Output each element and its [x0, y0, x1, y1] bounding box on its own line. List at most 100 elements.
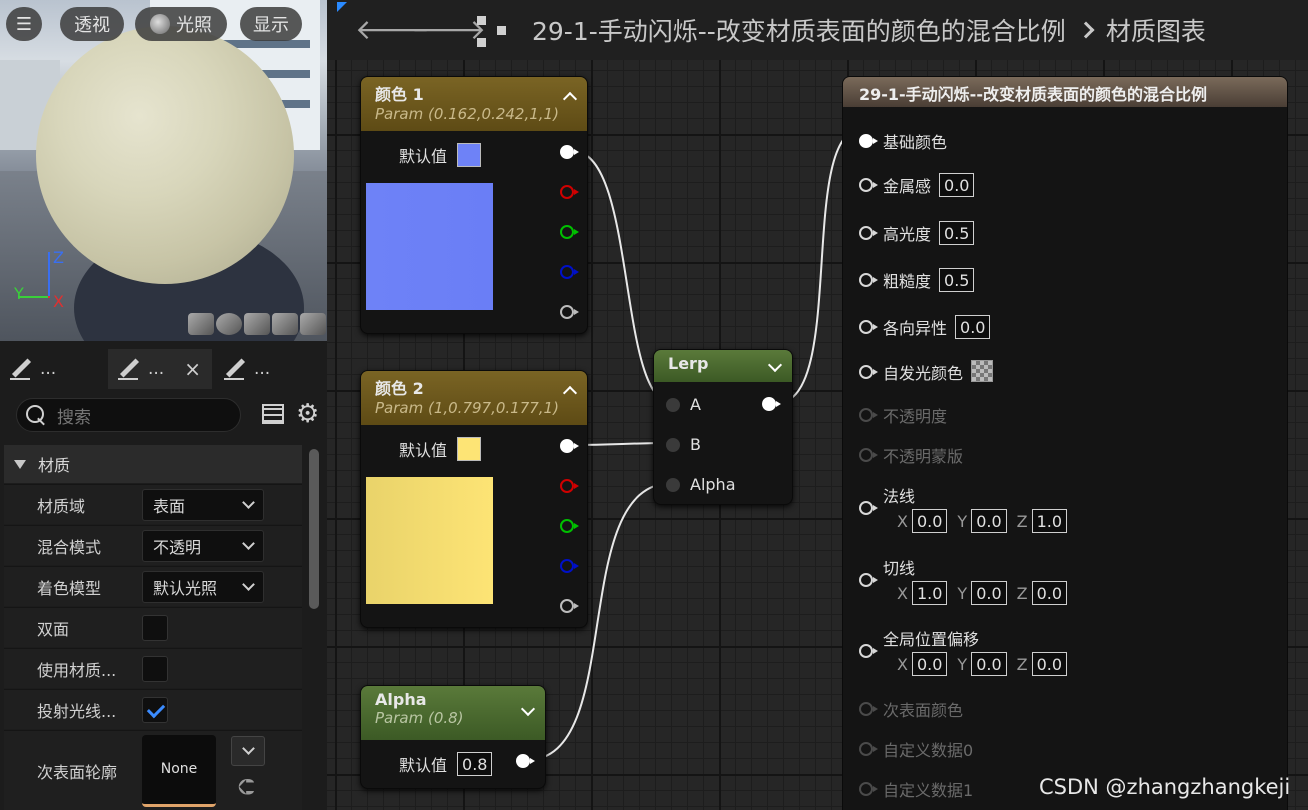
show-label: 显示: [253, 15, 289, 36]
pencil-icon: [224, 358, 246, 380]
node-title: Lerp: [668, 354, 709, 373]
material-graph-canvas[interactable]: 🡐 🡒 29-1-手动闪烁--改变材质表面的颜色的混合比例 材质图表 颜色 1 …: [327, 0, 1308, 810]
close-icon[interactable]: ×: [184, 357, 201, 381]
cube-mesh-icon[interactable]: [272, 313, 298, 335]
lighting-button[interactable]: 光照: [135, 7, 227, 41]
output-pin-rgba[interactable]: [560, 145, 579, 159]
vector-x-field[interactable]: 0.0: [911, 652, 948, 676]
color-swatch[interactable]: [457, 143, 482, 167]
search-input[interactable]: 搜索: [16, 398, 241, 432]
output-pin-a[interactable]: [560, 599, 579, 613]
details-scrollbar[interactable]: [309, 449, 319, 609]
alpha-value-field[interactable]: 0.8: [457, 752, 493, 776]
browse-asset-icon[interactable]: ⮈: [238, 775, 255, 800]
viewport-menu-button[interactable]: ☰: [6, 7, 42, 41]
input-pin[interactable]: [859, 501, 878, 515]
node-subtitle: Param (0.162,0.242,1,1): [375, 105, 559, 123]
pin-content: 全局位置偏移 X 0.0 Y 0.0 Z 0.0: [883, 626, 1068, 676]
output-pin-b[interactable]: [560, 265, 579, 279]
input-pin[interactable]: [859, 742, 878, 756]
vector-z-field[interactable]: 0.0: [1031, 581, 1068, 605]
two-sided-checkbox[interactable]: [142, 614, 168, 641]
asset-picker-combo[interactable]: [231, 736, 265, 766]
pin-value-field[interactable]: 0.0: [955, 315, 991, 339]
pin-content: 法线 X 0.0 Y 0.0 Z 1.0: [883, 483, 1068, 533]
output-pin-b[interactable]: [560, 559, 579, 573]
node-lerp[interactable]: Lerp A B Alpha: [653, 349, 793, 505]
pin-value-field[interactable]: 0.5: [939, 268, 975, 292]
pin-label: 自定义数据0: [883, 741, 974, 760]
vector-z-field[interactable]: 1.0: [1031, 509, 1068, 533]
show-button[interactable]: 显示: [240, 7, 302, 41]
input-pin[interactable]: [859, 702, 878, 716]
watermark: CSDN @zhangzhangkeji: [1039, 775, 1291, 799]
output-pin[interactable]: [762, 397, 781, 411]
input-pin[interactable]: [859, 644, 878, 658]
output-pin-r[interactable]: [560, 479, 579, 493]
breadcrumb-asset[interactable]: 29-1-手动闪烁--改变材质表面的颜色的混合比例: [532, 12, 1066, 48]
use-material-checkbox[interactable]: [142, 655, 168, 682]
output-pin-r[interactable]: [560, 185, 579, 199]
lighting-label: 光照: [176, 15, 212, 36]
table-view-icon[interactable]: [262, 404, 284, 424]
cast-ray-checkbox[interactable]: [142, 696, 168, 723]
input-pin[interactable]: [859, 365, 878, 379]
axis-z-label: Z: [53, 248, 64, 267]
emissive-color-swatch[interactable]: [971, 360, 994, 382]
pin-content: 不透明度: [883, 403, 947, 427]
plane-mesh-icon[interactable]: [244, 313, 270, 335]
input-pin[interactable]: [859, 226, 878, 240]
input-pin[interactable]: [859, 320, 878, 334]
pin-value-field[interactable]: 0.5: [939, 221, 975, 245]
gear-icon[interactable]: ⚙: [296, 401, 319, 427]
input-pin[interactable]: [859, 782, 878, 796]
output-pin-a[interactable]: [560, 305, 579, 319]
node-material-result[interactable]: 29-1-手动闪烁--改变材质表面的颜色的混合比例 基础颜色 金属感 0.0 高光度 0…: [842, 76, 1288, 810]
input-pin[interactable]: [859, 408, 878, 422]
category-header-material[interactable]: 材质: [4, 445, 302, 483]
input-pin-a[interactable]: [666, 397, 680, 412]
asset-thumbnail[interactable]: None: [142, 734, 216, 807]
output-pin[interactable]: [516, 754, 535, 768]
pin-value-field[interactable]: 0.0: [939, 173, 975, 197]
vector-y-field[interactable]: 0.0: [971, 509, 1007, 533]
chevron-right-icon: [1077, 21, 1095, 39]
input-pin[interactable]: [859, 448, 878, 462]
details-tab-3[interactable]: ...: [214, 349, 314, 389]
details-tab-1[interactable]: ...: [0, 349, 100, 389]
input-pin-b[interactable]: [666, 437, 680, 452]
search-placeholder: 搜索: [57, 407, 91, 428]
vector-x-field[interactable]: 1.0: [911, 581, 948, 605]
pin-label: 法线: [883, 487, 916, 506]
perspective-button[interactable]: 透视: [60, 7, 124, 41]
breadcrumb-graph[interactable]: 材质图表: [1106, 12, 1206, 48]
node-alpha[interactable]: Alpha Param (0.8) 默认值 0.8: [360, 685, 546, 789]
output-pin-rgba[interactable]: [560, 439, 579, 453]
vector-y-field[interactable]: 0.0: [971, 581, 1007, 605]
node-color2[interactable]: 颜色 2 Param (1,0.797,0.177,1) 默认值: [360, 370, 588, 628]
pin-label: 高光度: [883, 225, 932, 244]
input-pin[interactable]: [859, 573, 878, 587]
output-pin-g[interactable]: [560, 225, 579, 239]
blend-mode-combo[interactable]: 不透明: [142, 529, 264, 562]
vector-z-field[interactable]: 0.0: [1031, 652, 1068, 676]
vector-x-field[interactable]: 0.0: [911, 509, 948, 533]
shading-model-combo[interactable]: 默认光照: [142, 570, 264, 603]
material-preview-viewport[interactable]: ☰ 透视 光照 显示 Z Y X: [0, 0, 327, 341]
material-domain-combo[interactable]: 表面: [142, 488, 264, 521]
details-tab-2[interactable]: ... ×: [108, 349, 212, 389]
input-pin-alpha[interactable]: [666, 477, 680, 492]
input-pin[interactable]: [859, 178, 878, 192]
input-row-b: B: [666, 435, 701, 454]
custom-mesh-icon[interactable]: [300, 313, 326, 335]
cylinder-mesh-icon[interactable]: [188, 313, 214, 335]
output-pin-g[interactable]: [560, 519, 579, 533]
sphere-mesh-icon[interactable]: [216, 313, 242, 335]
color-swatch[interactable]: [457, 437, 482, 461]
input-pin[interactable]: [859, 134, 878, 148]
property-row-material-domain: 材质域 表面: [4, 484, 302, 524]
forward-arrow-icon[interactable]: 🡒: [411, 16, 486, 44]
vector-y-field[interactable]: 0.0: [971, 652, 1007, 676]
node-color1[interactable]: 颜色 1 Param (0.162,0.242,1,1) 默认值: [360, 76, 588, 334]
input-pin[interactable]: [859, 273, 878, 287]
